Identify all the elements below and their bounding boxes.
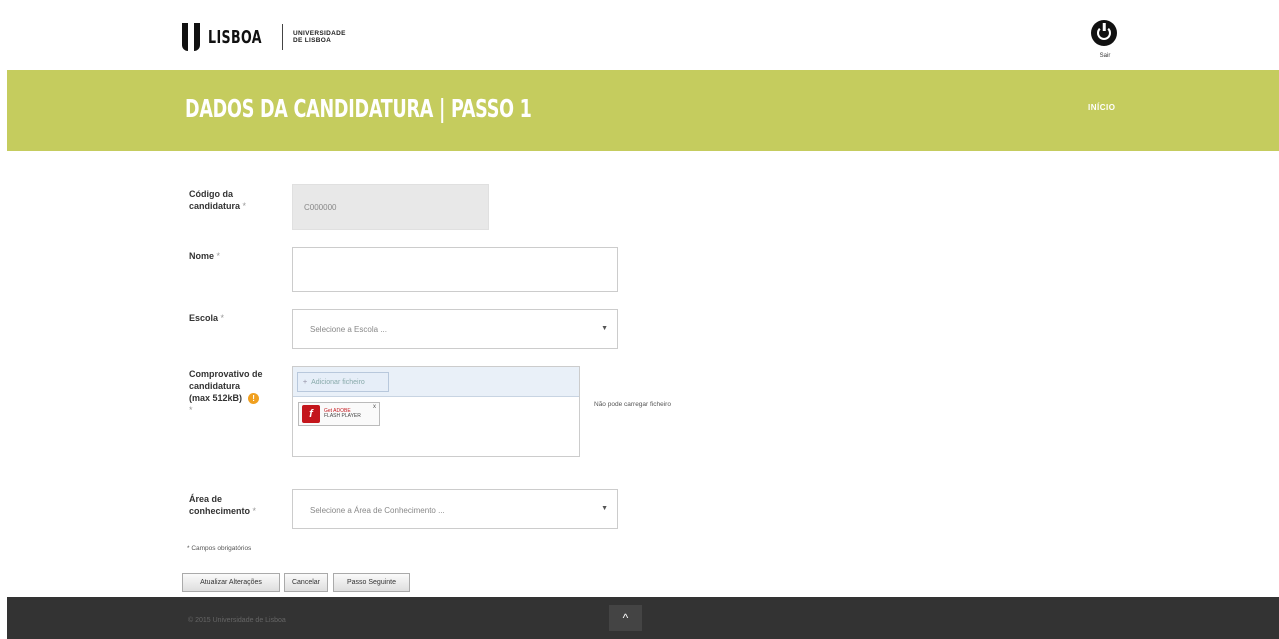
logo-university-text: UNIVERSIDADE DE LISBOA [293,30,346,44]
nome-label: Nome * [189,250,220,262]
logout-label[interactable]: Sair [1092,53,1118,59]
area-label: Área de conhecimento * [189,493,256,517]
page-header: LISBOA UNIVERSIDADE DE LISBOA Sair [0,0,1279,70]
area-select[interactable]: Selecione a Área de Conhecimento ... ▼ [292,489,618,529]
nome-label-text: Nome [189,251,215,261]
required-mark: * [242,201,247,211]
add-file-label: Adicionar ficheiro [311,378,365,386]
required-mark: * [216,251,221,261]
comprovativo-label-line2: candidatura [189,381,241,391]
required-fields-note: * Campos obrigatórios [187,545,252,552]
codigo-value: C000000 [304,203,337,212]
logo-univ-line2: DE LISBOA [293,37,332,44]
required-mark: * [220,313,225,323]
comprovativo-label-line3: (max 512kB) [189,393,243,403]
required-mark: * [189,405,193,416]
plus-icon: + [303,378,308,386]
comprovativo-label-line1: Comprovativo de [189,369,263,379]
chevron-up-icon: ^ [622,611,629,625]
power-icon [1097,26,1111,40]
ulisboa-logo[interactable]: LISBOA UNIVERSIDADE DE LISBOA [182,22,346,52]
logout-button[interactable] [1091,20,1117,46]
save-changes-button[interactable]: Atualizar Alterações [182,573,280,592]
area-label-line2: conhecimento [189,506,251,516]
codigo-label: Código da candidatura * [189,188,246,212]
codigo-label-line2: candidatura [189,201,241,211]
page-title: DADOS DA CANDIDATURA | PASSO 1 [185,94,532,123]
flash-text: Get ADOBE FLASH PLAYER [324,409,361,419]
title-banner: DADOS DA CANDIDATURA | PASSO 1 INÍCIO [7,70,1279,151]
required-mark: * [252,506,257,516]
area-selected-value: Selecione a Área de Conhecimento ... [310,506,445,515]
cancel-button[interactable]: Cancelar [284,573,328,592]
file-upload-area[interactable]: + Adicionar ficheiro f Get ADOBE FLASH P… [292,366,580,457]
close-icon[interactable]: x [373,404,376,410]
add-file-button[interactable]: + Adicionar ficheiro [297,372,389,392]
page-footer: © 2015 Universidade de Lisboa ^ [7,597,1279,639]
comprovativo-label: Comprovativo de candidatura (max 512kB)!… [189,368,263,416]
logo-lisboa-text: LISBOA [208,26,262,48]
chevron-down-icon: ▼ [601,505,608,512]
escola-select[interactable]: Selecione a Escola ... ▼ [292,309,618,349]
flash-icon: f [302,405,320,423]
flash-text-line2: FLASH PLAYER [324,413,361,419]
escola-label: Escola * [189,312,224,324]
codigo-field: C000000 [292,184,489,230]
upload-status-note: Não pode carregar ficheiro [594,401,671,408]
logo-u-mark [182,23,200,51]
area-label-line1: Área de [189,494,223,504]
home-link[interactable]: INÍCIO [1088,103,1115,112]
copyright-text: © 2015 Universidade de Lisboa [188,617,286,624]
get-flash-player-badge[interactable]: f Get ADOBE FLASH PLAYER x [298,402,380,426]
info-icon[interactable]: ! [248,393,260,405]
escola-label-text: Escola [189,313,219,323]
escola-selected-value: Selecione a Escola ... [310,325,387,334]
chevron-down-icon: ▼ [601,325,608,332]
codigo-label-line1: Código da [189,189,233,199]
logo-separator [282,24,283,50]
next-step-button[interactable]: Passo Seguinte [333,573,410,592]
nome-input[interactable] [292,247,618,292]
logo-univ-line1: UNIVERSIDADE [293,30,346,37]
scroll-top-button[interactable]: ^ [609,605,642,631]
